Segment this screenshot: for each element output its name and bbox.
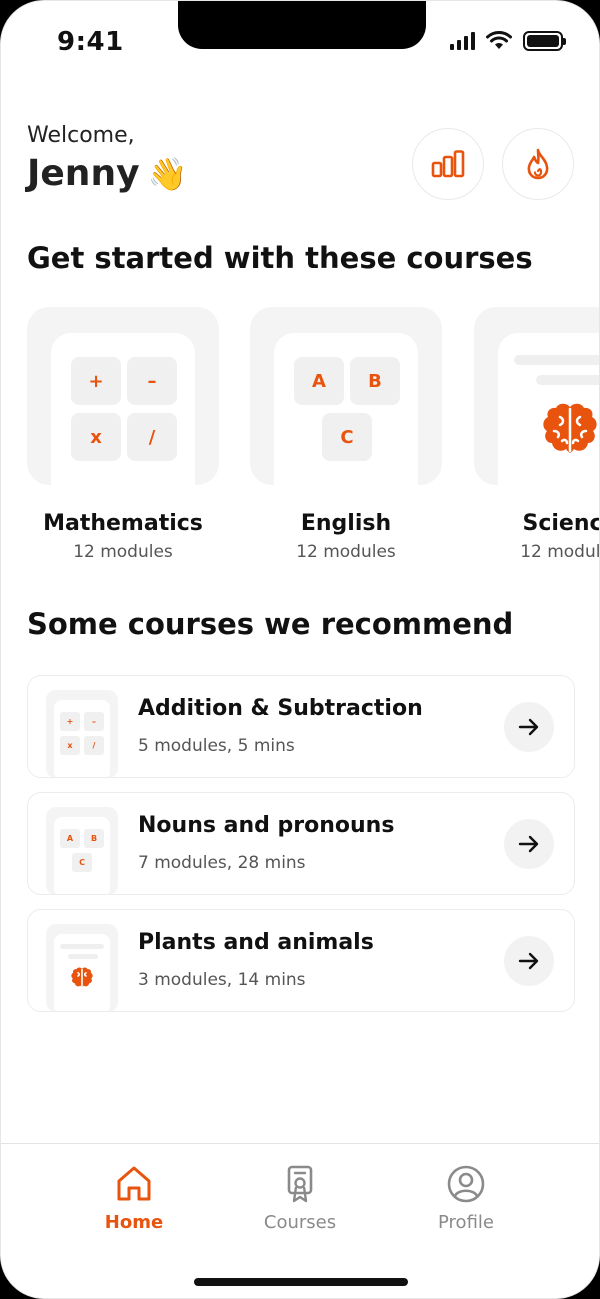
user-name: Jenny 👋 [27, 153, 187, 194]
plus-mini-tile: + [60, 712, 80, 731]
recommend-item-addition-subtraction[interactable]: + – x / Addition & Subtraction 5 modules… [27, 675, 575, 778]
open-course-button[interactable] [504, 819, 554, 869]
user-name-text: Jenny [27, 153, 140, 194]
status-time: 9:41 [57, 27, 124, 57]
nav-courses[interactable]: Courses [240, 1164, 360, 1233]
course-card-science[interactable]: Science 12 modules [474, 307, 600, 562]
recommend-meta: 3 modules, 14 mins [138, 970, 306, 990]
home-indicator [194, 1278, 408, 1286]
course-meta: 12 modules [296, 542, 396, 562]
nav-home[interactable]: Home [74, 1164, 194, 1233]
course-name: Science [522, 511, 600, 536]
course-name: Mathematics [43, 511, 203, 536]
recommend-thumbnail: A B C [46, 807, 118, 894]
status-icons [450, 31, 566, 51]
recommend-thumbnail [46, 924, 118, 1011]
times-tile: x [71, 413, 121, 461]
arrow-right-icon [518, 718, 539, 736]
divide-mini-tile: / [84, 736, 104, 755]
streak-button[interactable] [502, 128, 574, 200]
recommend-item-nouns-pronouns[interactable]: A B C Nouns and pronouns 7 modules, 28 m… [27, 792, 575, 895]
battery-icon [523, 31, 566, 51]
home-icon [117, 1166, 151, 1201]
recommend-title-text: Nouns and pronouns [138, 813, 395, 838]
course-thumbnail [474, 307, 599, 485]
nav-home-label: Home [104, 1212, 164, 1233]
recommend-thumbnail: + – x / [46, 690, 118, 777]
welcome-text: Welcome, [27, 123, 135, 148]
arrow-right-icon [518, 835, 539, 853]
get-started-title: Get started with these courses [27, 241, 533, 275]
nav-profile[interactable]: Profile [406, 1164, 526, 1233]
letter-b-mini-tile: B [84, 829, 104, 848]
bottom-nav: Home Courses Profile [1, 1143, 599, 1298]
course-thumbnail: + – x / [27, 307, 219, 485]
wave-emoji: 👋 [147, 154, 188, 193]
recommend-meta: 5 modules, 5 mins [138, 736, 295, 756]
course-name: English [300, 511, 392, 536]
recommend-title-text: Plants and animals [138, 930, 374, 955]
open-course-button[interactable] [504, 702, 554, 752]
nav-profile-label: Profile [438, 1212, 494, 1233]
course-card-english[interactable]: A B C English 12 modules [250, 307, 442, 562]
letter-b-tile: B [350, 357, 400, 405]
user-icon [447, 1165, 485, 1203]
certificate-icon [287, 1165, 313, 1203]
status-bar: 9:41 [1, 1, 599, 81]
minus-mini-tile: – [84, 712, 104, 731]
recommend-meta: 7 modules, 28 mins [138, 853, 306, 873]
letter-c-mini-tile: C [72, 853, 92, 872]
nav-courses-label: Courses [263, 1212, 337, 1233]
letter-a-tile: A [294, 357, 344, 405]
letter-c-tile: C [322, 413, 372, 461]
brain-icon [71, 967, 93, 988]
divide-tile: / [127, 413, 177, 461]
course-meta: 12 modules [520, 542, 600, 562]
brain-icon [543, 403, 597, 453]
flame-icon [527, 148, 549, 180]
arrow-right-icon [518, 952, 539, 970]
recommend-title-text: Addition & Subtraction [138, 696, 423, 721]
recommend-title: Some courses we recommend [27, 607, 514, 641]
letter-a-mini-tile: A [60, 829, 80, 848]
app-screen: 9:41 Welcome, Jenny 👋 Get started with t… [0, 0, 600, 1299]
signal-icon [450, 32, 475, 50]
minus-tile: – [127, 357, 177, 405]
open-course-button[interactable] [504, 936, 554, 986]
times-mini-tile: x [60, 736, 80, 755]
bar-chart-icon [431, 150, 465, 178]
course-card-mathematics[interactable]: + – x / Mathematics 12 modules [27, 307, 219, 562]
course-thumbnail: A B C [250, 307, 442, 485]
notch [178, 1, 426, 49]
recommend-item-plants-animals[interactable]: Plants and animals 3 modules, 14 mins [27, 909, 575, 1012]
stats-button[interactable] [412, 128, 484, 200]
wifi-icon [486, 31, 512, 49]
course-meta: 12 modules [73, 542, 173, 562]
plus-tile: + [71, 357, 121, 405]
